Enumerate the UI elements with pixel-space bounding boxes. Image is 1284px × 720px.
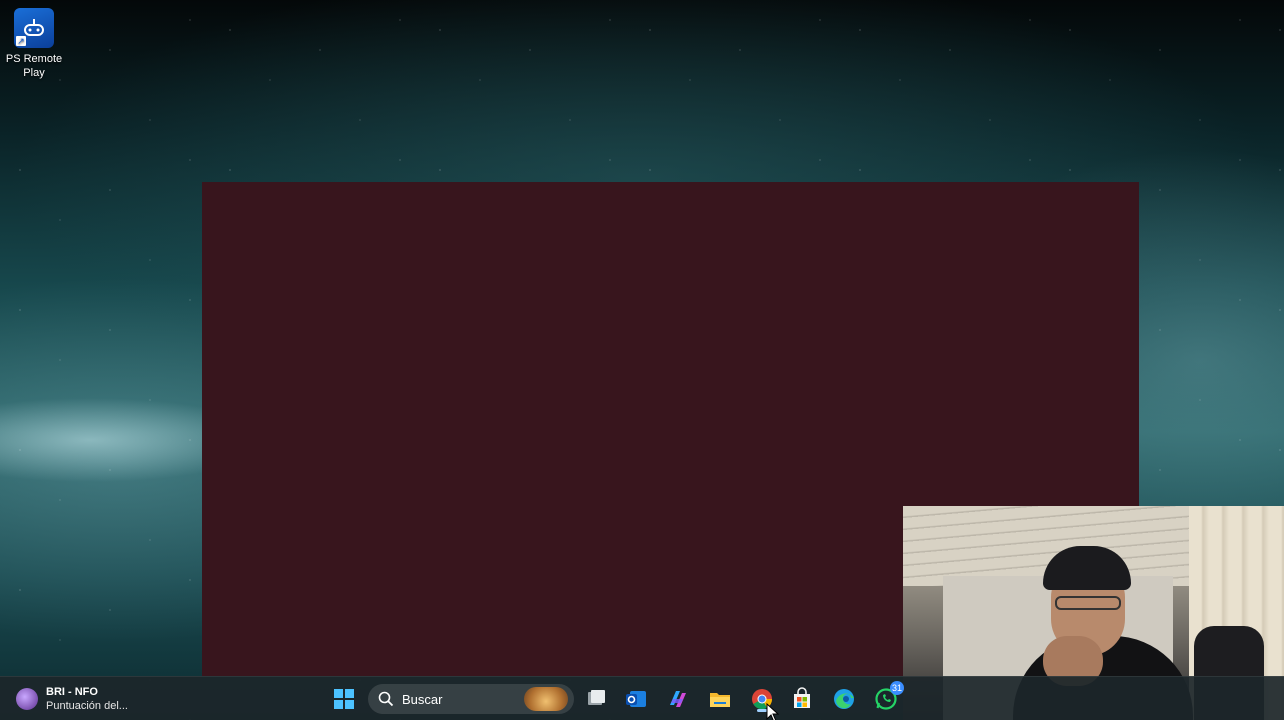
task-view-icon (588, 690, 605, 705)
desktop: ↗ PS Remote Play BRI - NFO Puntuación de… (0, 0, 1284, 720)
whatsapp-button[interactable]: 31 (872, 681, 904, 713)
widget-title: BRI - NFO (46, 686, 98, 698)
search-highlight-icon (524, 687, 568, 711)
notification-badge: 31 (889, 681, 904, 695)
copilot-button[interactable] (664, 685, 692, 713)
widget-subtitle: Puntuación del... (46, 700, 128, 712)
windows-start-icon (334, 689, 354, 709)
folder-icon (710, 693, 730, 707)
copilot-icon (670, 691, 686, 707)
premier-league-icon (16, 688, 38, 710)
store-button[interactable] (788, 685, 816, 713)
desktop-icon-label: PS Remote Play (5, 53, 63, 79)
start-button[interactable] (330, 685, 358, 713)
edge-button[interactable] (830, 685, 858, 713)
edge-icon (834, 689, 854, 709)
ps-remote-play-icon: ↗ (14, 8, 54, 48)
mouse-cursor-icon (766, 703, 780, 720)
file-explorer-button[interactable] (706, 685, 734, 713)
search-icon (378, 691, 394, 707)
outlook-button[interactable] (622, 685, 650, 713)
search-placeholder: Buscar (402, 691, 443, 707)
task-view-button[interactable] (582, 685, 610, 713)
outlook-icon (626, 691, 646, 707)
desktop-icon-ps-remote-play[interactable]: ↗ PS Remote Play (4, 8, 64, 80)
shortcut-arrow-icon: ↗ (16, 36, 26, 46)
store-icon (794, 687, 810, 708)
search-box[interactable]: Buscar (368, 684, 574, 714)
weather-widget[interactable]: BRI - NFO Puntuación del... (16, 683, 128, 715)
webcam-person-glasses (1055, 596, 1121, 610)
taskbar: BRI - NFO Puntuación del... Buscar 31 (0, 676, 1284, 720)
